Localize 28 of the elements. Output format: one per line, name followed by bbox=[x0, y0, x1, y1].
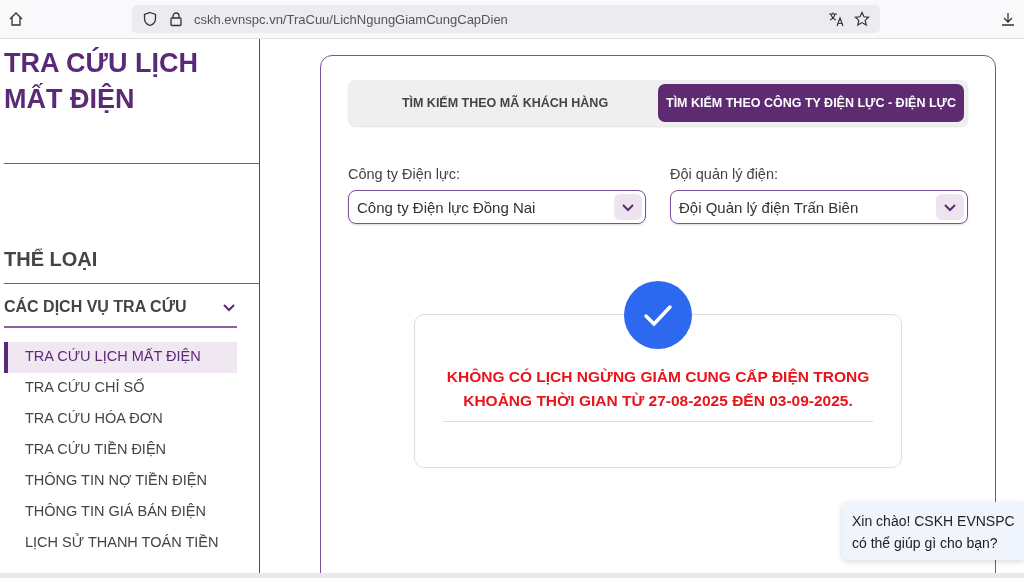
lock-icon[interactable] bbox=[168, 11, 184, 27]
search-tab[interactable]: TÌM KIẾM THEO CÔNG TY ĐIỆN LỰC - ĐIỆN LỰC bbox=[658, 84, 964, 122]
sidebar-item[interactable]: TRA CỨU HÓA ĐƠN bbox=[4, 404, 237, 435]
dropdown-field[interactable]: Đội Quản lý điện Trấn Biên bbox=[670, 190, 968, 224]
address-bar[interactable]: cskh.evnspc.vn/TraCuu/LichNgungGiamCungCapDien bbox=[132, 5, 880, 33]
search-tab[interactable]: TÌM KIẾM THEO MÃ KHÁCH HÀNG bbox=[352, 84, 658, 122]
sidebar-item[interactable]: THÔNG TIN NỢ TIỀN ĐIỆN bbox=[4, 466, 237, 497]
checkmark-icon bbox=[624, 281, 692, 349]
sidebar-item[interactable]: THÔNG TIN GIÁ BÁN ĐIỆN bbox=[4, 497, 237, 528]
dropdown-field[interactable]: Công ty Điện lực Đồng Nai bbox=[348, 190, 646, 224]
chat-bubble[interactable]: Xin chào! CSKH EVNSPC có thể giúp gì cho bạn? bbox=[842, 502, 1024, 560]
section-header[interactable]: CÁC DỊCH VỤ TRA CỨU bbox=[4, 284, 237, 328]
field-label: Đội quản lý điện: bbox=[670, 166, 779, 182]
sidebar-item[interactable]: TRA CỨU LỊCH MẤT ĐIỆN bbox=[4, 342, 237, 373]
shield-icon[interactable] bbox=[142, 11, 158, 27]
star-icon[interactable] bbox=[854, 11, 870, 27]
field-label: Công ty Điện lực: bbox=[348, 166, 462, 182]
page-title: TRA CỨU LỊCH MẤT ĐIỆN bbox=[3, 46, 199, 116]
download-icon[interactable] bbox=[1000, 11, 1016, 27]
translate-icon[interactable] bbox=[828, 11, 844, 27]
sidebar-item[interactable]: TRA CỨU TIỀN ĐIỆN bbox=[4, 435, 237, 466]
sidebar-item[interactable]: TRA CỨU CHỈ SỐ bbox=[4, 373, 237, 404]
result-message: KHÔNG CÓ LỊCH NGỪNG GIẢM CUNG CẤP ĐIỆN TRONG KHOẢNG THỜI GIAN TỪ 27-08-2025 ĐẾN 03-09-2025. bbox=[443, 365, 873, 422]
sidebar-item[interactable]: LỊCH SỬ THANH TOÁN TIỀN bbox=[4, 528, 237, 559]
url-text: cskh.evnspc.vn/TraCuu/LichNgungGiamCungCapDien bbox=[194, 11, 509, 27]
category-heading: THỂ LOẠI bbox=[3, 247, 99, 272]
home-icon[interactable] bbox=[8, 11, 24, 27]
section-label: CÁC DỊCH VỤ TRA CỨU bbox=[4, 298, 187, 316]
